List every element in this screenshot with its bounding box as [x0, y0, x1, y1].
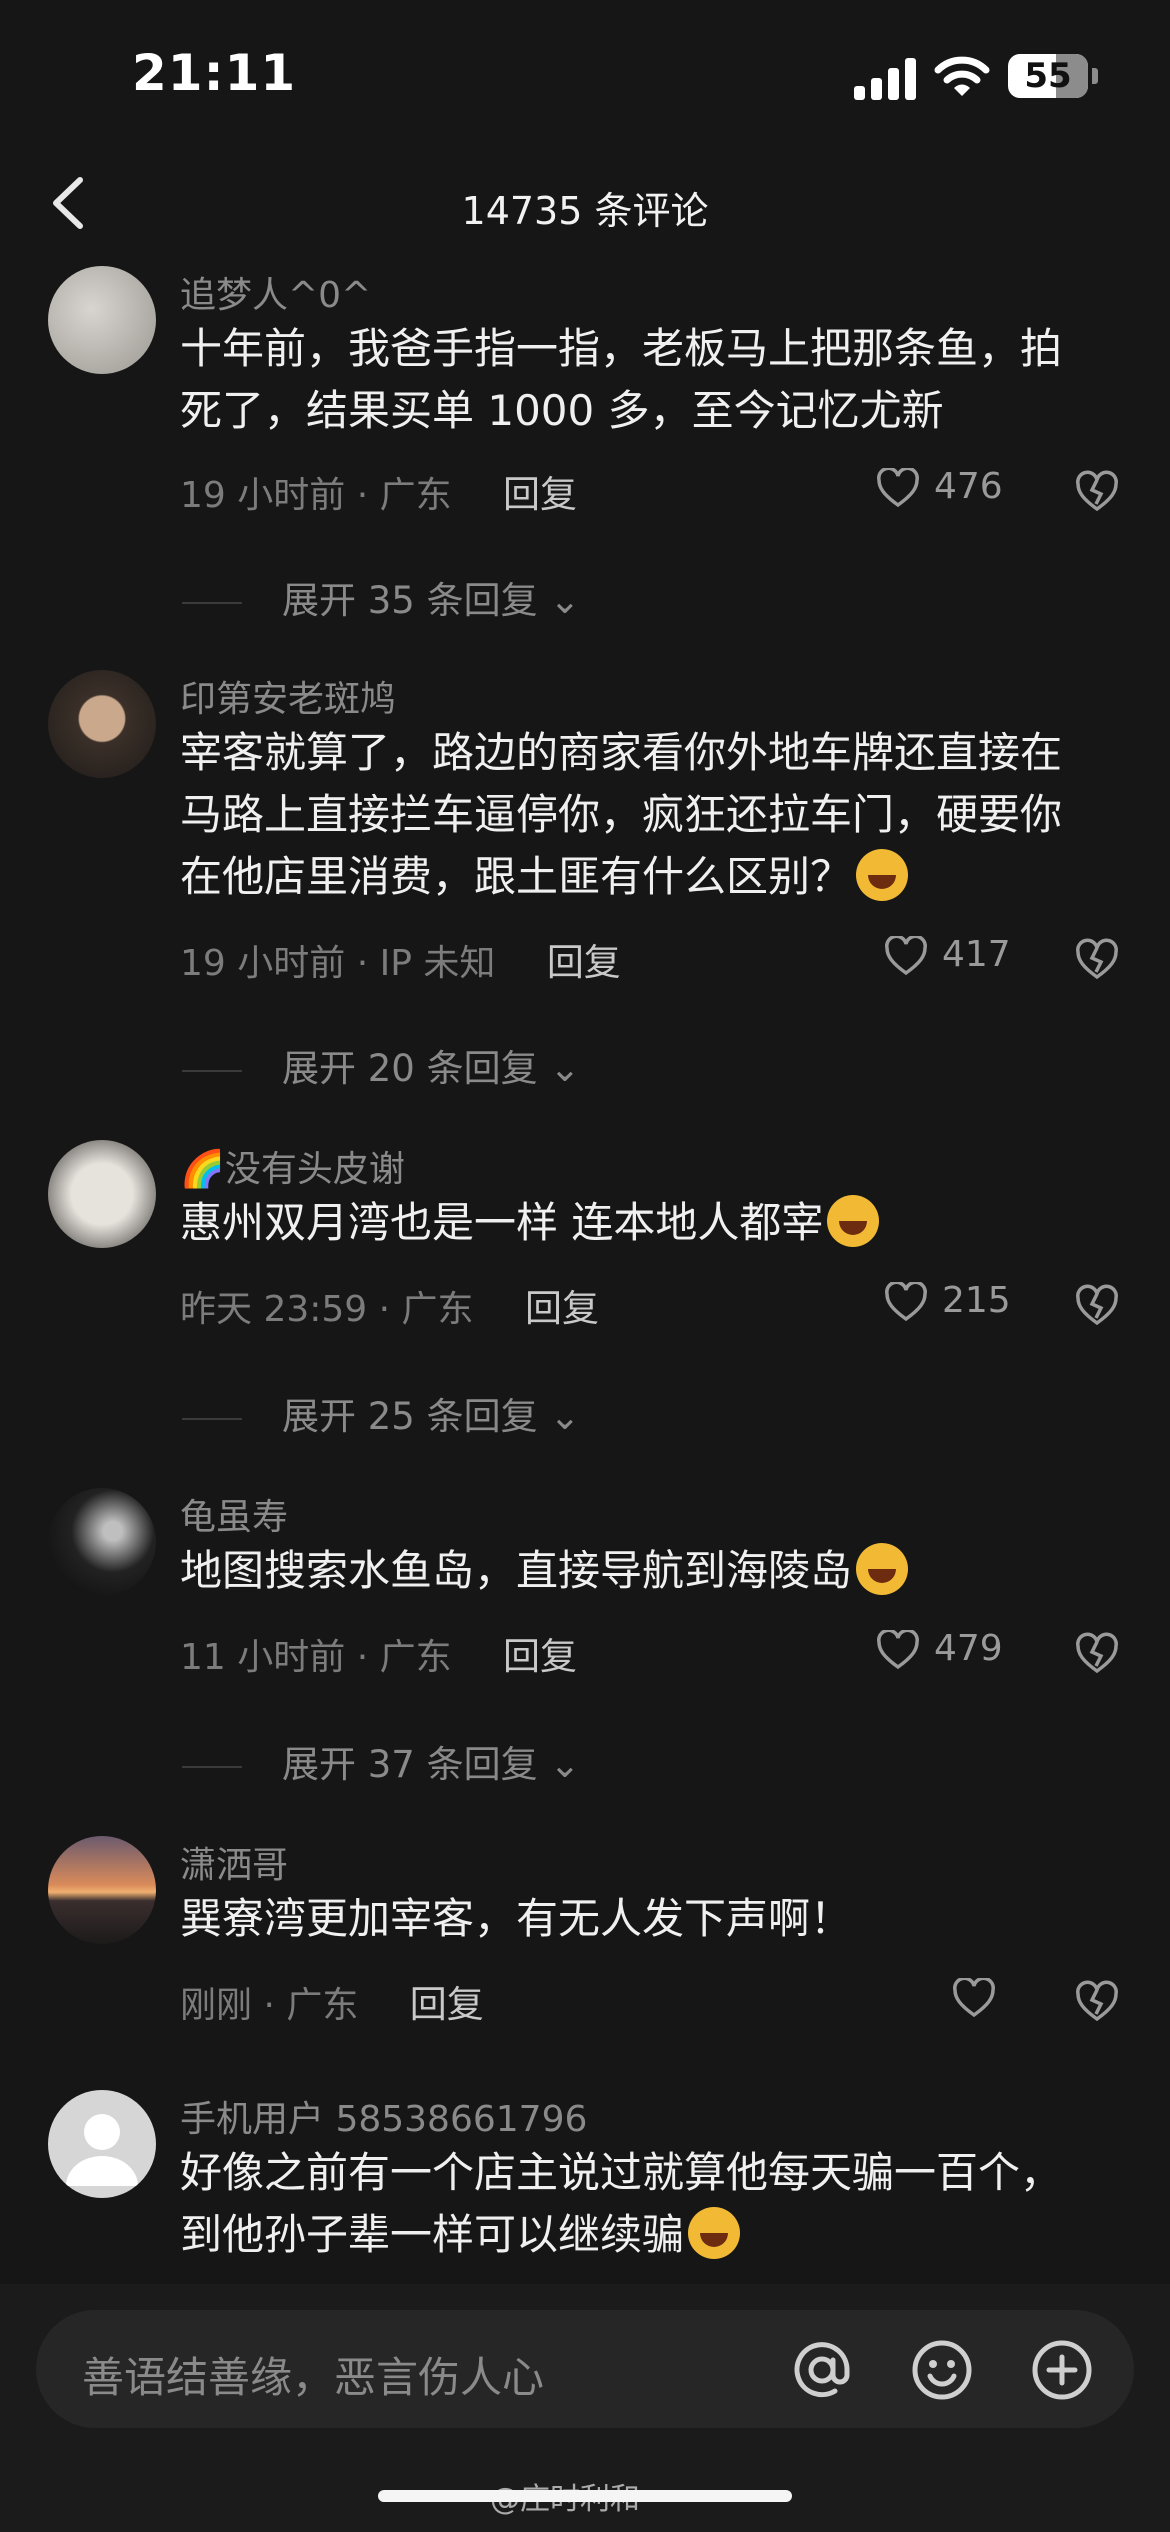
wifi-icon: [934, 56, 990, 96]
expand-replies-button[interactable]: 展开 35 条回复 ⌄: [182, 570, 580, 624]
avatar[interactable]: [48, 2090, 156, 2198]
comment-meta: 19 小时前 · 广东 回复: [180, 464, 577, 518]
status-time: 21:11: [132, 44, 297, 102]
plus-icon[interactable]: [1030, 2338, 1094, 2402]
comment-meta: 11 小时前 · 广东 回复: [180, 1626, 577, 1680]
default-avatar-icon: [66, 2114, 138, 2186]
heart-icon: [885, 936, 927, 976]
reply-button[interactable]: 回复: [410, 1983, 484, 2026]
broken-heart-icon[interactable]: [1074, 1978, 1120, 2024]
comment-time-location: 11 小时前 · 广东: [180, 1637, 452, 1678]
expand-replies-button[interactable]: 展开 25 条回复 ⌄: [182, 1386, 580, 1440]
expand-replies-button[interactable]: 展开 37 条回复 ⌄: [182, 1734, 580, 1788]
heart-icon: [877, 468, 919, 508]
comment-text: 惠州双月湾也是一样 连本地人都宰: [180, 1192, 1100, 1254]
battery-icon: 55: [1008, 54, 1088, 98]
emoji-icon: [856, 849, 909, 901]
chevron-down-icon: ⌄: [537, 579, 581, 622]
reply-button[interactable]: 回复: [503, 473, 577, 516]
like-button[interactable]: 476: [876, 464, 1006, 514]
comment-time-location: 19 小时前 · IP 未知: [180, 943, 496, 984]
like-button[interactable]: [952, 1974, 1082, 2024]
avatar[interactable]: [48, 266, 156, 374]
like-count: 417: [942, 934, 1011, 975]
broken-heart-icon[interactable]: [1074, 1282, 1120, 1328]
broken-heart-icon[interactable]: [1074, 1630, 1120, 1676]
reply-button[interactable]: 回复: [525, 1287, 599, 1330]
comment-text: 地图搜索水鱼岛，直接导航到海陵岛: [180, 1540, 1100, 1602]
avatar[interactable]: [48, 1836, 156, 1944]
comment-text-body: 地图搜索水鱼岛，直接导航到海陵岛: [180, 1546, 853, 1595]
comment-meta: 19 小时前 · IP 未知 回复: [180, 932, 621, 986]
chevron-down-icon: ⌄: [537, 1047, 581, 1090]
comment-username[interactable]: 追梦人^0^: [180, 266, 371, 318]
emoji-icon: [856, 1543, 909, 1595]
comment-item: 追梦人^0^ 十年前，我爸手指一指，老板马上把那条鱼，拍死了，结果买单 1000…: [0, 266, 1170, 596]
comment-username[interactable]: 印第安老斑鸠: [180, 670, 396, 722]
comment-input-placeholder: 善语结善缘，恶言伤人心: [82, 2353, 545, 2402]
comment-meta: 刚刚 · 广东 回复: [180, 1974, 484, 2028]
comment-item: 龟虽寿 地图搜索水鱼岛，直接导航到海陵岛 11 小时前 · 广东 回复 479: [0, 1488, 1170, 1688]
heart-icon: [877, 1630, 919, 1670]
comment-text: 巽寮湾更加宰客，有无人发下声啊！: [180, 1894, 853, 1943]
expand-replies-label: 展开 20 条回复: [282, 1047, 538, 1090]
emoji-icon: [827, 1195, 880, 1247]
like-count: 215: [942, 1280, 1011, 1321]
like-button[interactable]: 417: [884, 932, 1014, 982]
at-icon[interactable]: [790, 2338, 854, 2402]
comment-text: 十年前，我爸手指一指，老板马上把那条鱼，拍死了，结果买单 1000 多，至今记忆…: [180, 324, 1063, 435]
comment-text: 宰客就算了，路边的商家看你外地车牌还直接在马路上直接拦车逼停你，疯狂还拉车门，硬…: [180, 722, 1100, 908]
chevron-down-icon: ⌄: [537, 1395, 581, 1438]
comment-text: 好像之前有一个店主说过就算他每天骗一百个，到他孙子辈一样可以继续骗: [180, 2142, 1100, 2266]
signal-icon: [854, 56, 916, 100]
like-count: 476: [934, 466, 1003, 507]
comment-item: 🌈没有头皮谢 惠州双月湾也是一样 连本地人都宰 昨天 23:59 · 广东 回复…: [0, 1140, 1170, 1340]
comment-text-body: 惠州双月湾也是一样 连本地人都宰: [180, 1198, 824, 1247]
expand-replies-button[interactable]: 展开 20 条回复 ⌄: [182, 1038, 580, 1092]
comment-username[interactable]: 龟虽寿: [180, 1488, 288, 1540]
like-button[interactable]: 479: [876, 1626, 1006, 1676]
page-title: 14735 条评论: [461, 189, 709, 233]
comment-time-location: 昨天 23:59 · 广东: [180, 1289, 474, 1330]
comment-text-body: 宰客就算了，路边的商家看你外地车牌还直接在马路上直接拦车逼停你，疯狂还拉车门，硬…: [180, 728, 1063, 901]
comment-item: 印第安老斑鸠 宰客就算了，路边的商家看你外地车牌还直接在马路上直接拦车逼停你，疯…: [0, 670, 1170, 1000]
like-button[interactable]: 215: [884, 1278, 1014, 1328]
avatar[interactable]: [48, 1488, 156, 1596]
like-count: 479: [934, 1628, 1003, 1669]
comment-input[interactable]: 善语结善缘，恶言伤人心: [36, 2310, 1134, 2428]
status-bar: 21:11 55: [0, 0, 1170, 150]
expand-replies-label: 展开 37 条回复: [282, 1743, 538, 1786]
expand-replies-label: 展开 35 条回复: [282, 579, 538, 622]
comment-text-body: 好像之前有一个店主说过就算他每天骗一百个，到他孙子辈一样可以继续骗: [180, 2148, 1063, 2259]
avatar[interactable]: [48, 1140, 156, 1248]
chevron-down-icon: ⌄: [537, 1743, 581, 1786]
battery-level: 55: [1024, 56, 1072, 96]
avatar[interactable]: [48, 670, 156, 778]
comment-item: 手机用户 58538661796 好像之前有一个店主说过就算他每天骗一百个，到他…: [0, 2090, 1170, 2284]
emoji-icon[interactable]: [910, 2338, 974, 2402]
comment-username[interactable]: 🌈没有头皮谢: [180, 1140, 405, 1192]
home-indicator[interactable]: [378, 2490, 792, 2502]
reply-button[interactable]: 回复: [503, 1635, 577, 1678]
comment-username[interactable]: 潇洒哥: [180, 1836, 288, 1888]
reply-button[interactable]: 回复: [547, 941, 621, 984]
comment-time-location: 刚刚 · 广东: [180, 1985, 359, 2026]
heart-icon: [885, 1282, 927, 1322]
comment-time-location: 19 小时前 · 广东: [180, 475, 452, 516]
comment-item: 潇洒哥 巽寮湾更加宰客，有无人发下声啊！ 刚刚 · 广东 回复: [0, 1836, 1170, 2036]
expand-replies-label: 展开 25 条回复: [282, 1395, 538, 1438]
broken-heart-icon[interactable]: [1074, 468, 1120, 514]
heart-icon: [953, 1978, 995, 2018]
broken-heart-icon[interactable]: [1074, 936, 1120, 982]
emoji-icon: [688, 2207, 741, 2259]
comment-username[interactable]: 手机用户 58538661796: [180, 2090, 587, 2142]
comment-meta: 昨天 23:59 · 广东 回复: [180, 1278, 599, 1332]
